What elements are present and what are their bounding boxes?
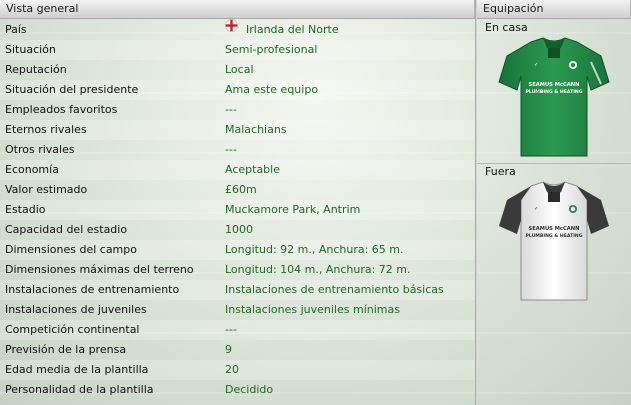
row-label: Edad media de la plantilla [5, 363, 149, 376]
row-label: Situación del presidente [5, 83, 139, 96]
row-label: Dimensiones máximas del terreno [5, 263, 194, 276]
row-training-facilities: Instalaciones de entrenamiento Instalaci… [0, 280, 475, 300]
row-label: Previsión de la prensa [5, 343, 127, 356]
home-kit[interactable]: ✓ SEAMUS McCANN PLUMBING & HEATING [491, 36, 617, 162]
row-value: 1000 [225, 223, 253, 236]
overview-panel: Vista general País Irlanda del Norte Sit… [0, 0, 475, 405]
row-label: Reputación [5, 63, 67, 76]
row-value: 9 [225, 343, 232, 356]
row-youth-facilities: Instalaciones de juveniles Instalaciones… [0, 300, 475, 320]
row-stadium-capacity: Capacidad del estadio 1000 [0, 220, 475, 240]
row-label: Eternos rivales [5, 123, 87, 136]
row-label: Instalaciones de juveniles [5, 303, 147, 316]
row-economy: Economía Aceptable [0, 160, 475, 180]
away-kit-label: Fuera [485, 165, 516, 178]
row-label: Valor estimado [5, 183, 88, 196]
row-label: Economía [5, 163, 59, 176]
kits-divider [477, 163, 631, 164]
row-label: Otros rivales [5, 143, 75, 156]
svg-text:✓: ✓ [534, 206, 538, 212]
row-value: Aceptable [225, 163, 280, 176]
row-pitch-dimensions: Dimensiones del campo Longitud: 92 m., A… [0, 240, 475, 260]
row-value: Local [225, 63, 254, 76]
overview-header: Vista general [0, 0, 475, 19]
row-value: --- [225, 323, 237, 336]
row-value: Instalaciones juveniles mínimas [225, 303, 400, 316]
rival-link[interactable]: Malachians [225, 120, 287, 140]
kits-panel: Equipación En casa ✓ SEAMUS McCANN PLUMB… [477, 0, 631, 405]
row-squad-personality: Personalidad de la plantilla Decidido [0, 380, 475, 400]
home-shirt-icon: ✓ SEAMUS McCANN PLUMBING & HEATING [498, 37, 610, 157]
home-kit-label: En casa [485, 21, 528, 34]
away-sponsor-line2: PLUMBING & HEATING [525, 233, 582, 239]
row-press-prediction: Previsión de la prensa 9 [0, 340, 475, 360]
row-country: País Irlanda del Norte [0, 19, 475, 40]
row-estimated-value: Valor estimado £60m [0, 180, 475, 200]
row-reputation: Reputación Local [0, 60, 475, 80]
away-shirt-icon: ✓ SEAMUS McCANN PLUMBING & HEATING [499, 181, 609, 301]
row-max-pitch-dimensions: Dimensiones máximas del terreno Longitud… [0, 260, 475, 280]
row-value: Decidido [225, 383, 274, 396]
row-continental-competition: Competición continental --- [0, 320, 475, 340]
row-value: Longitud: 92 m., Anchura: 65 m. [225, 243, 404, 256]
country-name: Irlanda del Norte [246, 23, 339, 36]
row-other-rivals: Otros rivales --- [0, 140, 475, 160]
row-status: Situación Semi-profesional [0, 40, 475, 60]
home-sponsor-line2: PLUMBING & HEATING [525, 89, 582, 95]
svg-text:✓: ✓ [534, 62, 538, 68]
row-value: Semi-profesional [225, 43, 318, 56]
row-squad-average-age: Edad media de la plantilla 20 [0, 360, 475, 380]
stadium-link[interactable]: Muckamore Park, Antrim [225, 200, 360, 220]
row-label: Instalaciones de entrenamiento [5, 283, 180, 296]
row-label: Empleados favoritos [5, 103, 118, 116]
row-label: Situación [5, 43, 56, 56]
home-sponsor-line1: SEAMUS McCANN [529, 82, 580, 88]
kits-header: Equipación [477, 0, 631, 19]
row-label: Dimensiones del campo [5, 243, 137, 256]
row-value: Longitud: 104 m., Anchura: 72 m. [225, 263, 411, 276]
row-label: Estadio [5, 203, 46, 216]
away-kit[interactable]: ✓ SEAMUS McCANN PLUMBING & HEATING [491, 180, 617, 306]
row-value: Instalaciones de entrenamiento básicas [225, 283, 444, 296]
row-value: 20 [225, 363, 239, 376]
row-value: £60m [225, 183, 257, 196]
row-value: --- [225, 143, 237, 156]
overview-rows: País Irlanda del Norte Situación Semi-pr… [0, 19, 475, 400]
row-label: País [5, 23, 27, 36]
row-value: --- [225, 103, 237, 116]
row-label: Capacidad del estadio [5, 223, 128, 236]
row-label: Personalidad de la plantilla [5, 383, 154, 396]
row-eternal-rivals: Eternos rivales Malachians [0, 120, 475, 140]
northern-ireland-flag-icon [225, 19, 238, 39]
row-favourite-staff: Empleados favoritos --- [0, 100, 475, 120]
row-chairman-status: Situación del presidente Ama este equipo [0, 80, 475, 100]
row-label: Competición continental [5, 323, 140, 336]
row-value-country[interactable]: Irlanda del Norte [225, 19, 339, 40]
away-sponsor-line1: SEAMUS McCANN [529, 226, 580, 232]
row-value: Ama este equipo [225, 83, 319, 96]
row-stadium: Estadio Muckamore Park, Antrim [0, 200, 475, 220]
